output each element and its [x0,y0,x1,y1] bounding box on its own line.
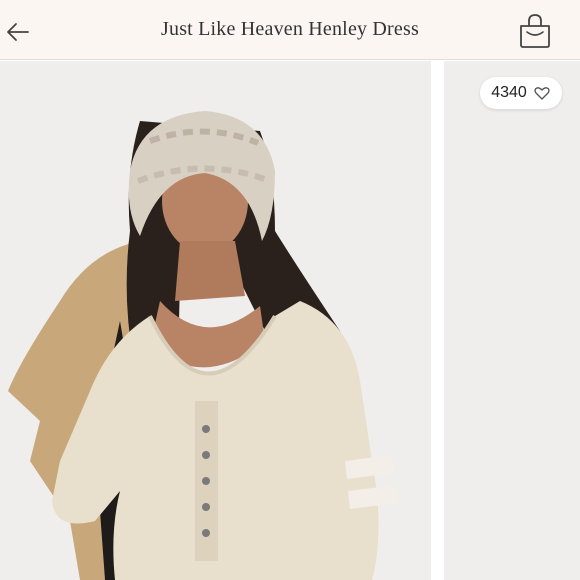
product-image-gallery[interactable] [0,61,580,580]
likes-count: 4340 [491,84,527,101]
shopping-bag-icon[interactable] [516,12,554,50]
product-photo[interactable] [0,61,431,580]
page-title: Just Like Heaven Henley Dress [161,18,419,40]
top-bar: Just Like Heaven Henley Dress [0,0,580,60]
like-button[interactable]: 4340 [480,77,562,109]
model-wearing-dress-illustration [0,61,431,580]
heart-outline-icon [534,87,550,100]
arrow-left-icon[interactable] [4,18,32,46]
next-product-photo[interactable] [444,61,580,580]
